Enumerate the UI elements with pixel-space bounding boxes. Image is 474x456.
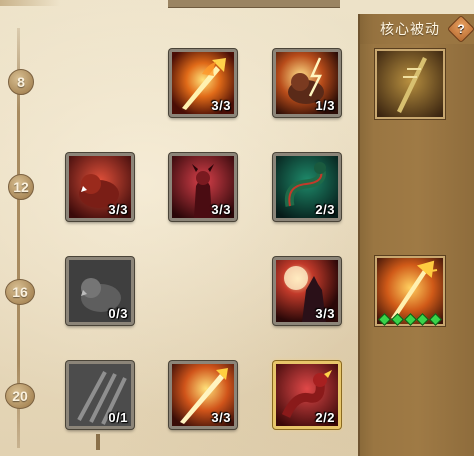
skill-points: 3/3 bbox=[211, 98, 231, 113]
skill-tile-lightning-beast[interactable]: 1/3 bbox=[273, 49, 341, 117]
pip-4 bbox=[416, 313, 430, 326]
pip-5 bbox=[429, 313, 442, 326]
question-icon: ? bbox=[457, 22, 465, 36]
skill-points: 3/3 bbox=[211, 410, 231, 425]
skill-points: 3/3 bbox=[108, 202, 128, 217]
core-passive-title: 核心被动 bbox=[380, 21, 440, 37]
skill-tile-stone-beast[interactable]: 0/3 bbox=[66, 257, 134, 325]
skill-tile-demon-warrior[interactable]: 3/3 bbox=[169, 153, 237, 221]
pip-2 bbox=[390, 313, 404, 326]
skill-tile-claw-slash[interactable]: 0/1 bbox=[66, 361, 134, 429]
skill-points: 3/3 bbox=[315, 306, 335, 321]
skill-tile-red-beast[interactable]: 3/3 bbox=[66, 153, 134, 221]
skill-tile-howling-wolf[interactable]: 3/3 bbox=[273, 257, 341, 325]
skill-points: 2/2 bbox=[315, 410, 335, 425]
skill-tile-serpent-dragon[interactable]: 2/3 bbox=[273, 153, 341, 221]
skill-points: 0/1 bbox=[108, 410, 128, 425]
level-marker-16: 16 bbox=[5, 279, 35, 305]
level-marker-12: 12 bbox=[8, 174, 34, 200]
top-edge-highlight bbox=[0, 0, 60, 6]
skill-points: 2/3 bbox=[315, 202, 335, 217]
core-passive-slot-1[interactable] bbox=[375, 49, 445, 119]
skill-points: 1/3 bbox=[315, 98, 335, 113]
skill-tile-fire-dragon[interactable]: 2/2 bbox=[273, 361, 341, 429]
top-strip bbox=[168, 0, 340, 8]
skill-points: 3/3 bbox=[211, 202, 231, 217]
golden-spear-icon bbox=[377, 51, 443, 117]
skill-points: 0/3 bbox=[108, 306, 128, 321]
core-level-pips bbox=[378, 313, 442, 326]
pip-3 bbox=[403, 313, 417, 326]
level-marker-8: 8 bbox=[8, 69, 34, 95]
rail-tail bbox=[96, 434, 100, 450]
skill-tile-fire-spear[interactable]: 3/3 bbox=[169, 49, 237, 117]
level-marker-20: 20 bbox=[5, 383, 35, 409]
skill-tile-flame-spear[interactable]: 3/3 bbox=[169, 361, 237, 429]
pip-1 bbox=[378, 313, 391, 326]
